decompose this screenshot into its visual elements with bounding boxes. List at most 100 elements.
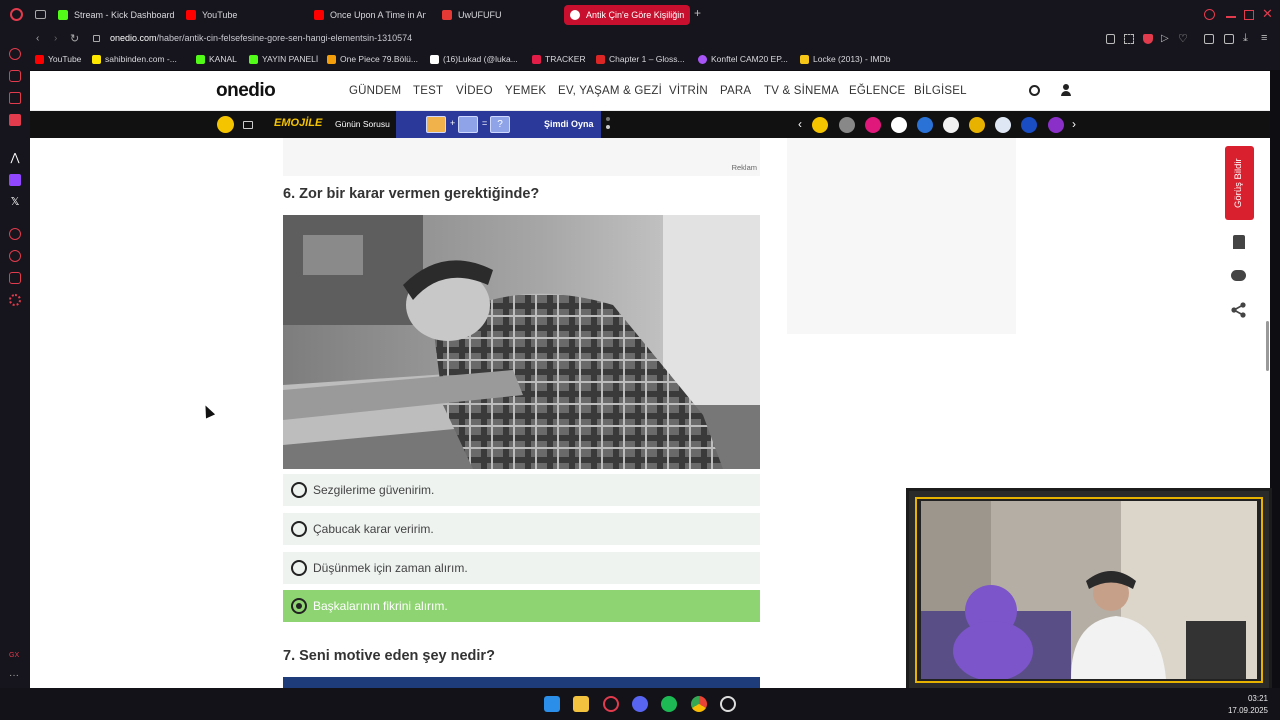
shield-icon[interactable] — [1143, 34, 1153, 44]
chevron-right-icon[interactable]: › — [1072, 117, 1076, 131]
story-1[interactable] — [812, 117, 828, 133]
bookmark-chapter-1[interactable]: Chapter 1 – Gloss... — [596, 54, 685, 64]
scrollbar-thumb[interactable] — [1266, 321, 1269, 371]
story-7[interactable] — [969, 117, 985, 133]
kick-sidebar-icon[interactable]: ⋀ — [9, 152, 21, 164]
obs-icon[interactable] — [720, 696, 736, 712]
close-window-icon[interactable]: ✕ — [1262, 7, 1274, 20]
pin-icon[interactable] — [1106, 34, 1115, 44]
gx-corner-icon[interactable] — [9, 92, 21, 104]
site-logo[interactable]: onedio — [216, 80, 276, 102]
file-explorer-icon[interactable] — [573, 696, 589, 712]
bookmark-add-icon[interactable] — [1230, 233, 1248, 251]
nav-bilgisel[interactable]: BİLGİSEL — [914, 85, 967, 97]
chrome-icon[interactable] — [691, 696, 707, 712]
settings-icon[interactable] — [9, 294, 21, 306]
bookmark-youtube[interactable]: YouTube — [35, 54, 81, 64]
option-label: Sezgilerime güvenirim. — [313, 483, 435, 497]
story-5[interactable] — [917, 117, 933, 133]
story-3[interactable] — [865, 117, 881, 133]
feedback-button[interactable]: Görüş Bildir — [1225, 146, 1254, 220]
story-6[interactable] — [943, 117, 959, 133]
answer-option-3[interactable]: Düşünmek için zaman alırım. — [283, 552, 760, 584]
emojile-title[interactable]: EMOJİLE — [274, 117, 322, 129]
bookmark-yayin-paneli[interactable]: YAYIN PANELİ — [249, 54, 318, 64]
extensions-sidebar-icon[interactable] — [9, 272, 21, 284]
more-icon[interactable]: ··· — [9, 670, 21, 682]
emoji-game-icon[interactable] — [217, 116, 234, 133]
back-icon[interactable]: ‹ — [36, 33, 39, 44]
bookmark-tracker[interactable]: TRACKER — [532, 54, 586, 64]
search-tabs-icon[interactable] — [1204, 9, 1215, 20]
maximize-icon[interactable] — [1244, 10, 1254, 20]
gunun-sorusu[interactable]: Günün Sorusu — [335, 119, 390, 129]
tab-kick-dashboard[interactable]: Stream - Kick Dashboard — [58, 5, 178, 25]
simdi-oyna-button[interactable]: Şimdi Oyna — [544, 119, 594, 129]
nav-vitrin[interactable]: VİTRİN — [669, 85, 708, 97]
play-icon[interactable]: ▷ — [1161, 33, 1169, 44]
story-10[interactable] — [1048, 117, 1064, 133]
nav-yemek[interactable]: YEMEK — [505, 85, 546, 97]
answer-option-1[interactable]: Sezgilerime güvenirim. — [283, 474, 760, 506]
discord-icon[interactable] — [632, 696, 648, 712]
tab-uwufufu[interactable]: UwUFUFU — [442, 5, 552, 25]
messenger-icon[interactable] — [9, 70, 21, 82]
url-field[interactable]: onedio.com/haber/antik-cin-felsefesine-g… — [110, 33, 412, 43]
heart-icon[interactable]: ♡ — [1178, 32, 1188, 45]
search-icon[interactable] — [1029, 85, 1040, 96]
bookmark-kanal[interactable]: KANAL — [196, 54, 237, 64]
uwufufu-icon — [442, 10, 452, 20]
wallet-icon[interactable] — [1224, 34, 1234, 44]
comments-icon[interactable] — [1230, 267, 1248, 285]
nav-test[interactable]: TEST — [413, 85, 443, 97]
nav-eglence[interactable]: EĞLENCE — [849, 85, 905, 97]
player-icon[interactable] — [9, 114, 21, 126]
extensions-icon[interactable] — [1204, 34, 1214, 44]
bookmark-one-piece[interactable]: One Piece 79.Bölü... — [327, 54, 418, 64]
tab-label: Once Upon A Time in Ana — [330, 10, 426, 20]
aria-icon[interactable] — [9, 48, 21, 60]
download-icon[interactable]: ⤓ — [1243, 32, 1248, 45]
reload-icon[interactable]: ↻ — [70, 32, 79, 45]
start-icon[interactable] — [544, 696, 560, 712]
user-icon[interactable] — [1061, 84, 1071, 97]
spotify-icon[interactable] — [661, 696, 677, 712]
x-icon[interactable]: 𝕏 — [9, 196, 21, 208]
target-icon[interactable] — [9, 228, 21, 240]
tab-antik-cin[interactable]: Antik Çin'e Göre Kişiliğin — [564, 5, 690, 25]
more-dots-icon[interactable] — [606, 117, 610, 133]
story-2[interactable] — [839, 117, 855, 133]
answer-option-4[interactable]: Başkalarının fikrini alırım. — [283, 590, 760, 622]
bookmark-locke-imdb[interactable]: Locke (2013) - IMDb — [800, 54, 890, 64]
chevron-left-icon[interactable]: ‹ — [798, 117, 802, 131]
nav-para[interactable]: PARA — [720, 85, 751, 97]
tab-youtube[interactable]: YouTube — [186, 5, 296, 25]
workspaces-icon[interactable] — [35, 10, 46, 19]
story-9[interactable] — [1021, 117, 1037, 133]
story-4[interactable] — [891, 117, 907, 133]
minimize-icon[interactable] — [1226, 16, 1236, 18]
gx-icon[interactable]: GX — [9, 650, 21, 662]
nav-ev-yasam-gezi[interactable]: EV, YAŞAM & GEZİ — [558, 85, 662, 97]
story-8[interactable] — [995, 117, 1011, 133]
bookmark-konftel[interactable]: Konftel CAM20 EP... — [698, 54, 788, 64]
bookmark-lukad[interactable]: (16)Lukad (@luka... — [430, 54, 518, 64]
forward-icon[interactable]: › — [54, 33, 57, 44]
gallery-icon[interactable] — [243, 121, 253, 129]
tab-once-upon-a-time[interactable]: Once Upon A Time in Ana — [314, 5, 426, 25]
answer-option-2[interactable]: Çabucak karar veririm. — [283, 513, 760, 545]
opera-logo-icon[interactable] — [10, 8, 23, 21]
share-icon[interactable] — [1230, 301, 1248, 319]
new-tab-button[interactable]: + — [694, 7, 705, 19]
snapshot-icon[interactable] — [1124, 34, 1134, 44]
twitch-icon[interactable] — [9, 174, 21, 186]
history-icon[interactable] — [9, 250, 21, 262]
question-7-image — [283, 677, 760, 688]
nav-gundem[interactable]: GÜNDEM — [349, 85, 401, 97]
bookmark-sahibinden[interactable]: sahibinden.com -... — [92, 54, 177, 64]
menu-icon[interactable]: ≡ — [1261, 32, 1267, 44]
nav-video[interactable]: VİDEO — [456, 85, 493, 97]
opera-gx-icon[interactable] — [603, 696, 619, 712]
system-clock[interactable]: 03:21 17.09.2025 — [1228, 693, 1268, 717]
nav-tv-sinema[interactable]: TV & SİNEMA — [764, 85, 839, 97]
